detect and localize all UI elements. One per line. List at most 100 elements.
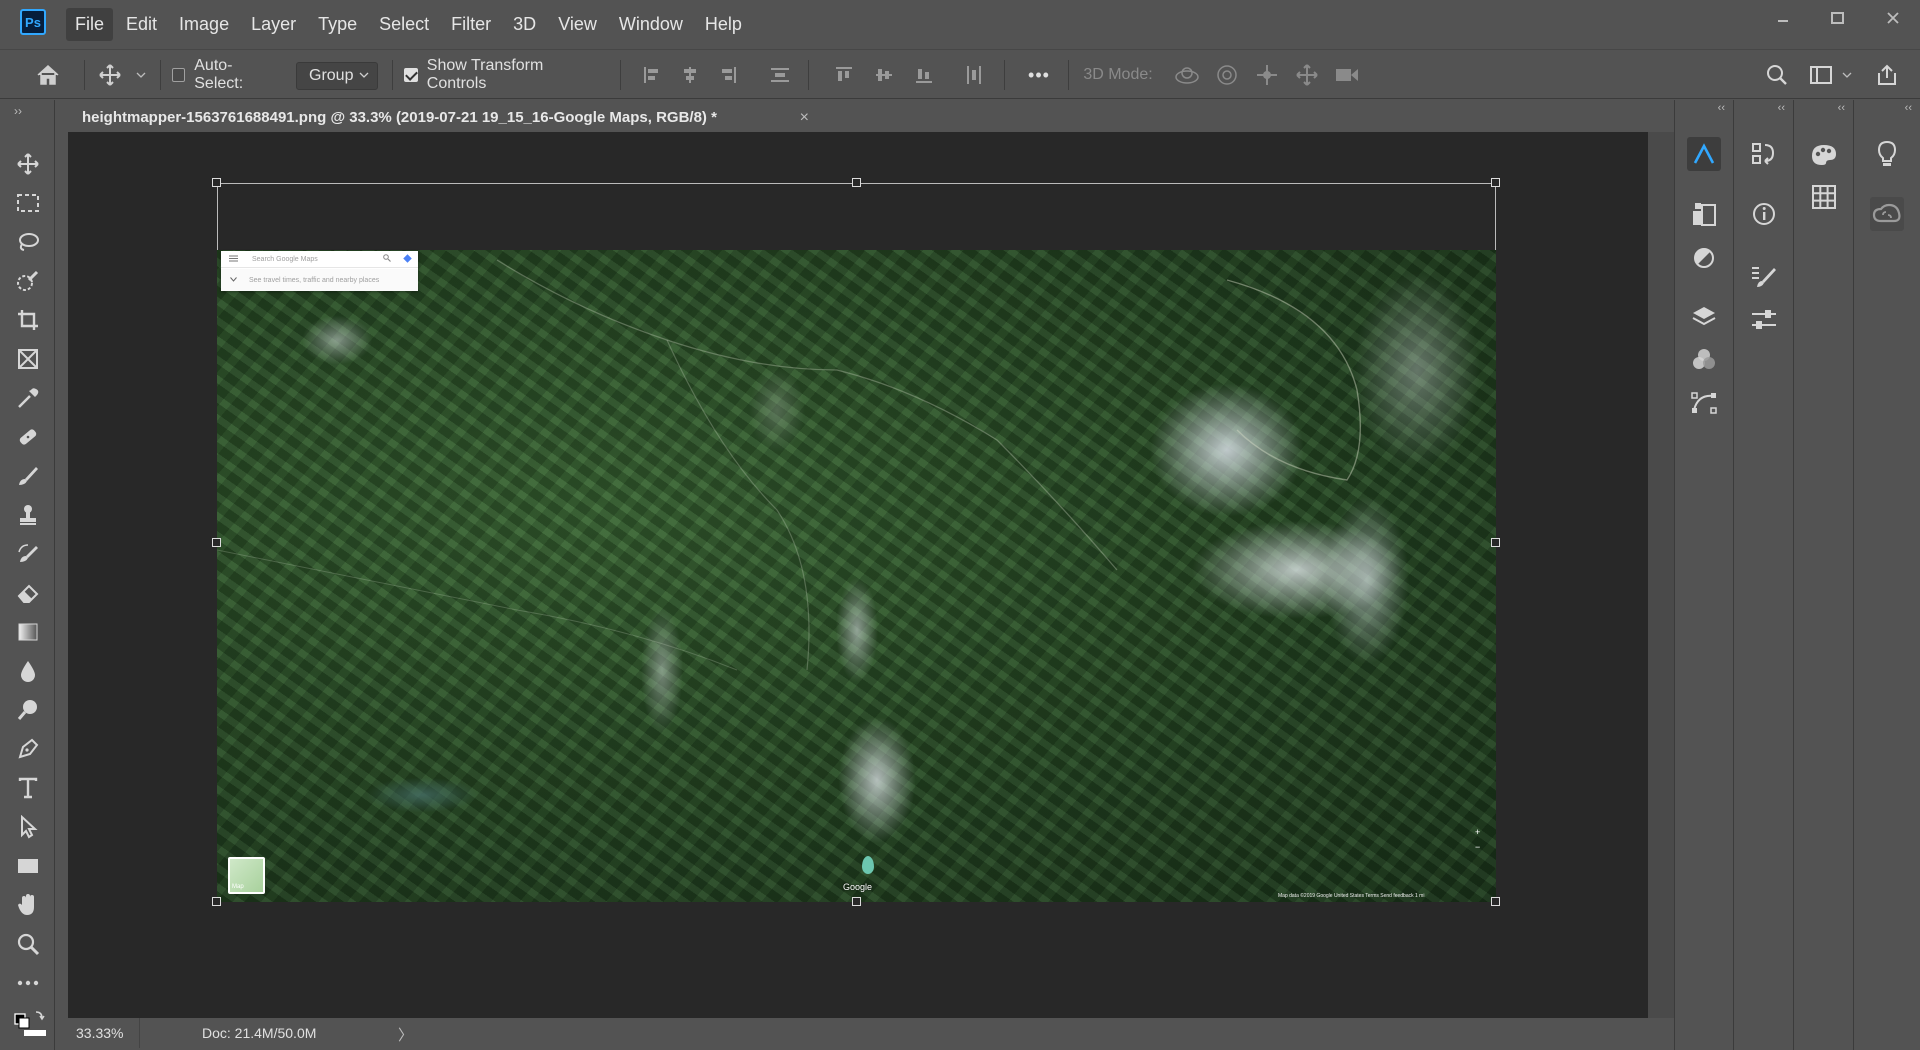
- transform-handle-top-left[interactable]: [212, 178, 221, 187]
- workspace-icon[interactable]: [1804, 50, 1838, 100]
- status-menu-arrow-icon[interactable]: 〉: [398, 1024, 413, 1045]
- lasso-icon[interactable]: [14, 228, 42, 256]
- close-document-icon[interactable]: ×: [800, 109, 809, 127]
- color-icon[interactable]: [1807, 137, 1841, 171]
- auto-select-option[interactable]: Auto-Select:: [172, 50, 276, 100]
- distribute-vertical-icon[interactable]: [766, 50, 794, 100]
- workspace-chevron-icon[interactable]: [1840, 50, 1854, 100]
- align-vertical-centers-icon[interactable]: [870, 50, 898, 100]
- show-transform-controls-option[interactable]: Show Transform Controls: [404, 50, 604, 100]
- roll-3d-icon[interactable]: [1212, 50, 1242, 100]
- menu-filter[interactable]: Filter: [442, 8, 500, 41]
- eraser-icon[interactable]: [14, 579, 42, 607]
- map-search-row[interactable]: Search Google Maps: [221, 251, 418, 268]
- align-bottom-edges-icon[interactable]: [910, 50, 938, 100]
- slide-3d-icon[interactable]: [1292, 50, 1322, 100]
- quick-selection-icon[interactable]: [14, 267, 42, 295]
- search-icon[interactable]: [1760, 50, 1794, 100]
- rectangular-marquee-icon[interactable]: [14, 189, 42, 217]
- menu-window[interactable]: Window: [610, 8, 692, 41]
- restore-icon[interactable]: [1810, 0, 1865, 36]
- info-icon[interactable]: [1747, 197, 1781, 231]
- preset-dropdown-chevron-icon[interactable]: [134, 50, 148, 100]
- menu-file[interactable]: File: [66, 8, 114, 41]
- transform-handle-bottom-right[interactable]: [1491, 897, 1500, 906]
- minimize-icon[interactable]: [1755, 0, 1810, 36]
- rectangle-icon[interactable]: [14, 852, 42, 880]
- creative-cloud-icon[interactable]: [1870, 197, 1904, 231]
- swatches-icon[interactable]: [1807, 180, 1841, 214]
- distribute-horizontal-icon[interactable]: [960, 50, 988, 100]
- frame-icon[interactable]: [14, 345, 42, 373]
- close-icon[interactable]: [1865, 0, 1920, 36]
- move-tool-icon[interactable]: [14, 150, 42, 178]
- clone-stamp-icon[interactable]: [14, 501, 42, 529]
- blur-icon[interactable]: [14, 657, 42, 685]
- swap-colors-icon[interactable]: [12, 1008, 48, 1036]
- dodge-icon[interactable]: [14, 696, 42, 724]
- healing-brush-icon[interactable]: [14, 423, 42, 451]
- menu-view[interactable]: View: [549, 8, 606, 41]
- map-search-input[interactable]: Search Google Maps: [252, 256, 383, 263]
- map-search-box[interactable]: Search Google Maps See travel times, tra…: [221, 251, 418, 291]
- adjustments-icon[interactable]: [1687, 241, 1721, 275]
- directions-icon[interactable]: [403, 253, 412, 265]
- hamburger-menu-icon[interactable]: [229, 255, 238, 264]
- transform-handle-bottom[interactable]: [852, 897, 861, 906]
- scale-3d-camera-icon[interactable]: [1332, 50, 1362, 100]
- transform-handle-top-right[interactable]: [1491, 178, 1500, 187]
- tools-collapse-icon[interactable]: ››: [14, 104, 22, 118]
- history-brush-icon[interactable]: [14, 540, 42, 568]
- zoom-icon[interactable]: [14, 930, 42, 958]
- menu-select[interactable]: Select: [370, 8, 438, 41]
- dock-2-collapse-icon[interactable]: ‹‹: [1778, 102, 1785, 114]
- gradient-icon[interactable]: [14, 618, 42, 646]
- dock-1-collapse-icon[interactable]: ‹‹: [1718, 102, 1725, 114]
- map-zoom-controls[interactable]: + −: [1472, 825, 1484, 865]
- transform-handle-right[interactable]: [1491, 538, 1500, 547]
- transform-handle-left[interactable]: [212, 538, 221, 547]
- transform-handle-bottom-left[interactable]: [212, 897, 221, 906]
- document-tab[interactable]: heightmapper-1563761688491.png @ 33.3% (…: [68, 102, 823, 132]
- learn-icon[interactable]: [1870, 137, 1904, 171]
- more-options-icon[interactable]: •••: [1022, 50, 1056, 100]
- crop-icon[interactable]: [14, 306, 42, 334]
- map-search-icon[interactable]: [383, 254, 391, 264]
- share-icon[interactable]: [1870, 50, 1904, 100]
- map-layers-toggle[interactable]: Map: [228, 857, 265, 894]
- brush-settings-icon[interactable]: [1747, 260, 1781, 294]
- hand-icon[interactable]: [14, 891, 42, 919]
- type-icon[interactable]: [14, 774, 42, 802]
- move-tool-preset-icon[interactable]: [96, 50, 124, 100]
- zoom-level-field[interactable]: 33.33%: [68, 1018, 140, 1048]
- align-top-edges-icon[interactable]: [830, 50, 858, 100]
- path-selection-icon[interactable]: [14, 813, 42, 841]
- auto-select-target-select[interactable]: Group: [296, 62, 378, 90]
- libraries-icon[interactable]: [1687, 197, 1721, 231]
- menu-type[interactable]: Type: [309, 8, 366, 41]
- layers-icon[interactable]: [1687, 300, 1721, 334]
- canvas-vertical-scrollbar[interactable]: [1648, 132, 1674, 1018]
- channels-icon[interactable]: [1687, 343, 1721, 377]
- transform-handle-top[interactable]: [852, 178, 861, 187]
- menu-3d[interactable]: 3D: [504, 8, 545, 41]
- history-icon[interactable]: [1747, 137, 1781, 171]
- orbit-3d-icon[interactable]: [1172, 50, 1202, 100]
- align-horizontal-centers-icon[interactable]: [676, 50, 704, 100]
- show-transform-checkbox[interactable]: [404, 68, 418, 82]
- brush-icon[interactable]: [14, 462, 42, 490]
- eyedropper-icon[interactable]: [14, 384, 42, 412]
- align-right-edges-icon[interactable]: [714, 50, 742, 100]
- menu-image[interactable]: Image: [170, 8, 238, 41]
- auto-select-checkbox[interactable]: [172, 68, 186, 82]
- properties-icon[interactable]: [1747, 303, 1781, 337]
- more-tools-icon[interactable]: [14, 969, 42, 997]
- menu-layer[interactable]: Layer: [242, 8, 305, 41]
- dock-4-collapse-icon[interactable]: ‹‹: [1905, 102, 1912, 114]
- pegman-icon[interactable]: [862, 856, 874, 874]
- paths-icon[interactable]: [1687, 385, 1721, 419]
- satellite-map-image[interactable]: [217, 250, 1496, 902]
- map-directions-hint-row[interactable]: See travel times, traffic and nearby pla…: [221, 269, 418, 291]
- dock-3-collapse-icon[interactable]: ‹‹: [1838, 102, 1845, 114]
- align-left-edges-icon[interactable]: [638, 50, 666, 100]
